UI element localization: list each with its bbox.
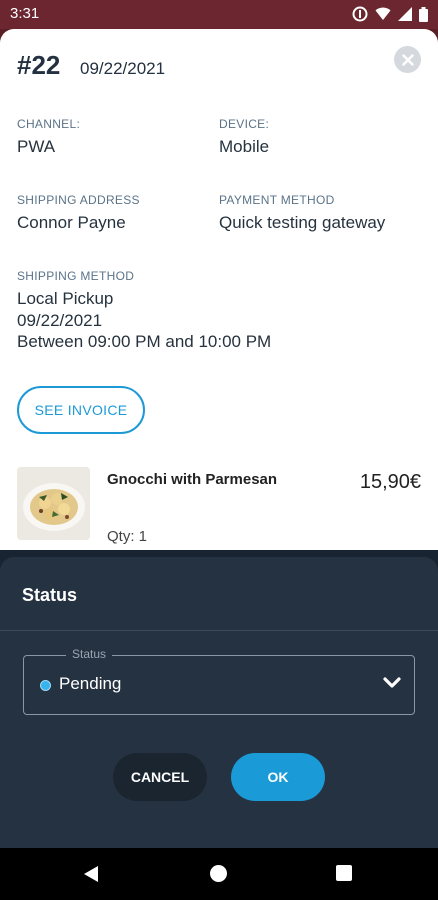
divider: [0, 630, 438, 631]
payment-method-value: Quick testing gateway: [219, 213, 386, 232]
channel-value: PWA: [17, 137, 56, 156]
order-date: 09/22/2021: [80, 59, 166, 78]
status-select[interactable]: Status Pending: [23, 647, 415, 715]
payment-method-label: PAYMENT METHOD: [219, 193, 335, 207]
clock: 3:31: [10, 5, 40, 22]
shipping-method-label: SHIPPING METHOD: [17, 269, 135, 283]
see-invoice-button[interactable]: SEE INVOICE: [17, 386, 145, 434]
shipping-method-line: Between 09:00 PM and 10:00 PM: [17, 332, 272, 351]
order-detail-card: #22 09/22/2021 CHANNEL: PWA DEVICE: Mobi…: [0, 29, 438, 589]
shipping-method-line: Local Pickup: [17, 289, 114, 308]
product-quantity: Qty: 1: [107, 528, 148, 545]
shipping-address-value: Connor Payne: [17, 213, 126, 232]
sheet-title: Status: [22, 585, 78, 605]
status-icons: [352, 6, 428, 22]
data-saver-icon: [352, 6, 368, 22]
system-navigation-bar: [0, 848, 438, 900]
status-bottom-sheet: Status Status Pending CANCEL OK: [0, 557, 438, 848]
status-selected-value: Pending: [59, 674, 122, 693]
wifi-icon: [375, 7, 391, 20]
back-icon[interactable]: [83, 865, 99, 883]
battery-icon: [419, 6, 428, 22]
channel-label: CHANNEL:: [17, 117, 81, 131]
device-value: Mobile: [219, 137, 270, 156]
order-number: #22: [17, 50, 61, 80]
status-field-label: Status: [66, 647, 113, 661]
shipping-method-line: 09/22/2021: [17, 311, 103, 330]
gnocchi-dish-image: [17, 467, 90, 540]
product-price: 15,90€: [359, 471, 421, 493]
recent-apps-icon[interactable]: [336, 865, 352, 881]
close-icon: [401, 53, 414, 66]
product-image: [17, 467, 90, 540]
shipping-address-label: SHIPPING ADDRESS: [17, 193, 140, 207]
signal-icon: [398, 7, 412, 21]
device-label: DEVICE:: [219, 117, 270, 131]
system-status-bar: 3:31: [0, 0, 438, 29]
cancel-button[interactable]: CANCEL: [113, 753, 207, 801]
pending-dot-icon: [40, 680, 51, 691]
close-button[interactable]: [394, 46, 421, 73]
home-icon[interactable]: [210, 865, 227, 882]
product-name: Gnocchi with Parmesan: [107, 471, 278, 488]
ok-button[interactable]: OK: [231, 753, 325, 801]
chevron-down-icon: [383, 677, 401, 688]
